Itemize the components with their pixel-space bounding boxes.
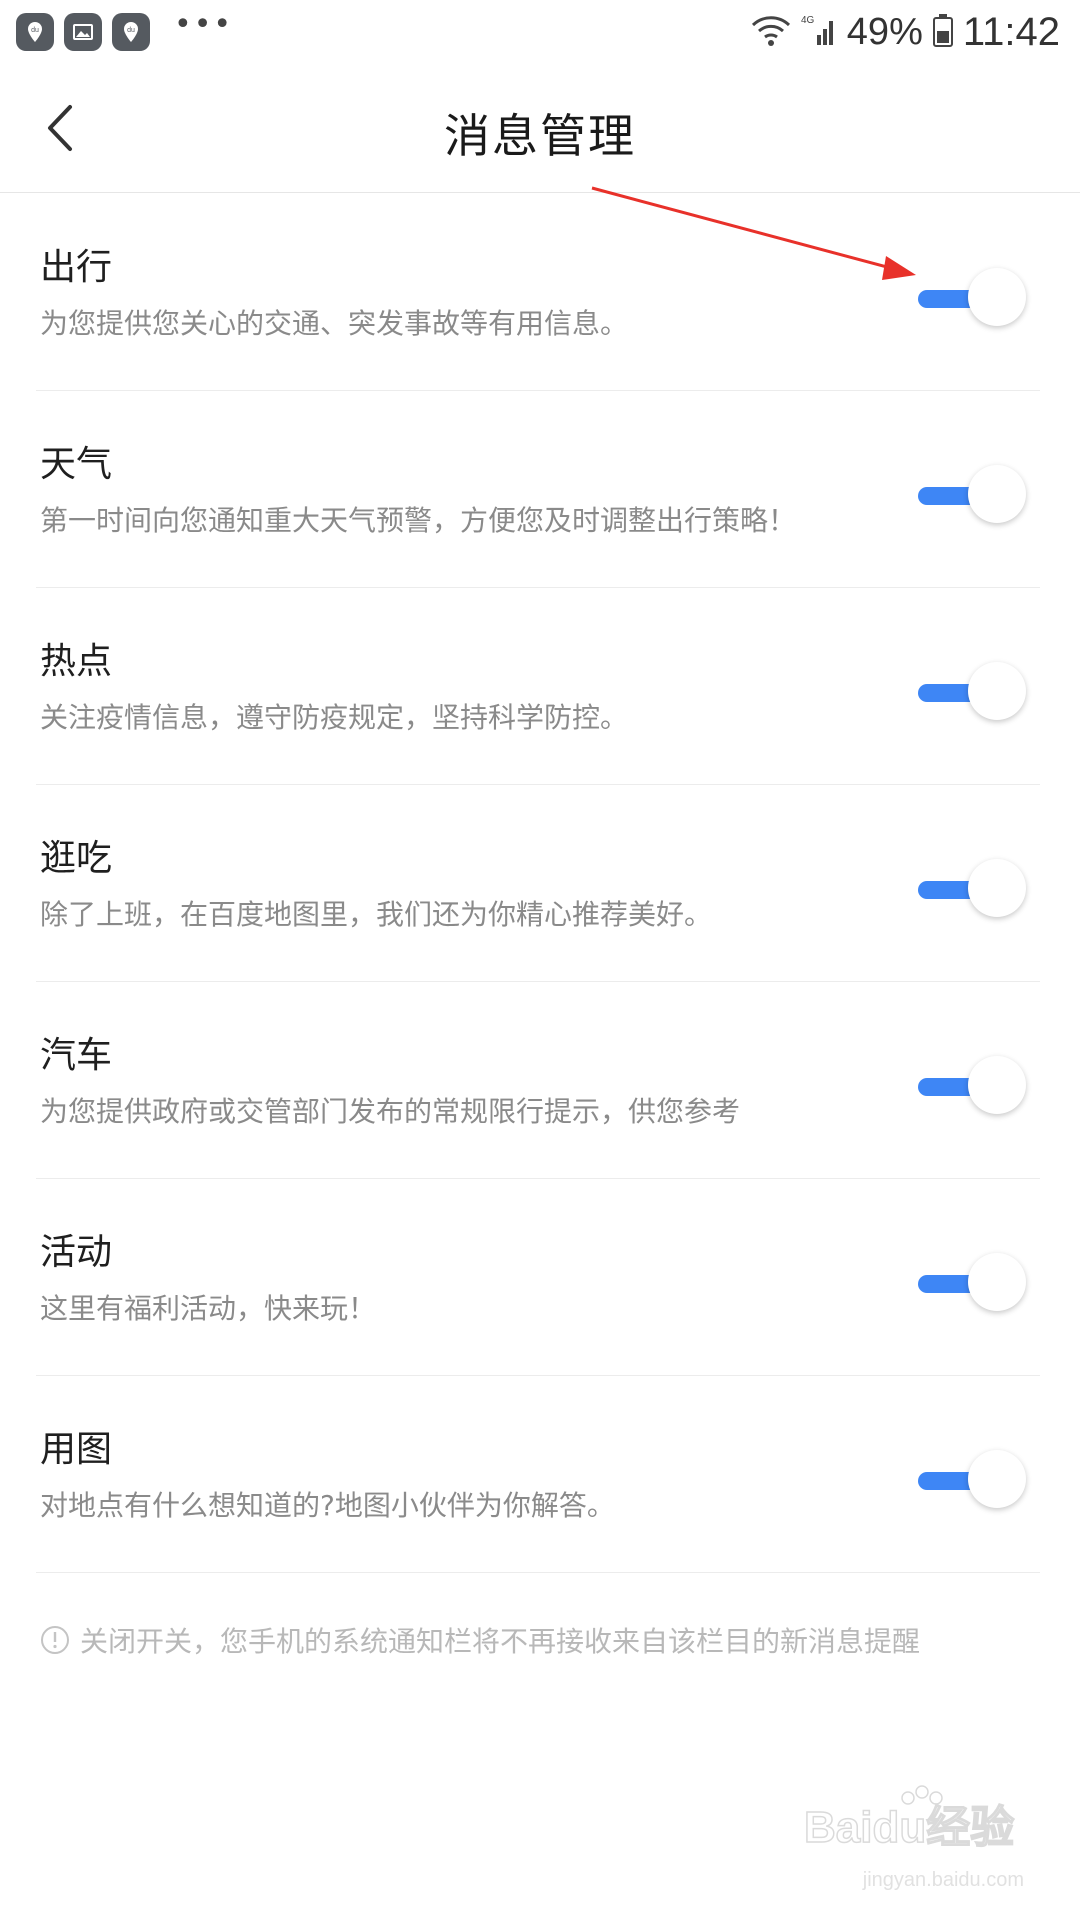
baidu-map-icon: du — [112, 13, 150, 51]
status-indicators: 4G 49% 11:42 — [751, 8, 1060, 56]
status-bar: du du ••• 4G 49% 11:42 — [0, 0, 1080, 64]
setting-row-map-usage: 用图 对地点有什么想知道的?地图小伙伴为你解答。 — [0, 1376, 1080, 1573]
setting-title: 用图 — [40, 1429, 113, 1470]
setting-row-weather: 天气 第一时间向您通知重大天气预警，方便您及时调整出行策略！ — [0, 391, 1080, 588]
toggle-switch-map-usage[interactable] — [918, 1450, 1028, 1510]
baidu-map-icon: du — [16, 13, 54, 51]
svg-text:du: du — [127, 27, 135, 34]
more-notifications-icon: ••• — [174, 7, 234, 42]
gallery-icon — [64, 13, 102, 51]
network-type-label: 4G — [801, 15, 815, 26]
setting-description: 关注疫情信息，遵守防疫规定，坚持科学防控。 — [40, 701, 629, 734]
toggle-switch-car[interactable] — [918, 1056, 1028, 1116]
setting-title: 逛吃 — [40, 838, 113, 879]
watermark-url: jingyan.baidu.com — [862, 1869, 1024, 1891]
setting-row-food: 逛吃 除了上班，在百度地图里，我们还为你精心推荐美好。 — [0, 785, 1080, 982]
toggle-switch-travel[interactable] — [918, 268, 1028, 328]
setting-description: 这里有福利活动，快来玩！ — [40, 1292, 377, 1325]
setting-description: 对地点有什么想知道的?地图小伙伴为你解答。 — [40, 1489, 615, 1522]
signal-icon: 4G — [801, 13, 837, 51]
setting-title: 活动 — [40, 1232, 113, 1273]
setting-title: 热点 — [40, 641, 113, 682]
notification-settings-list: 出行 为您提供您关心的交通、突发事故等有用信息。 天气 第一时间向您通知重大天气… — [0, 194, 1080, 1573]
setting-description: 为您提供您关心的交通、突发事故等有用信息。 — [40, 307, 629, 340]
toggle-switch-food[interactable] — [918, 859, 1028, 919]
toggle-hint: 关闭开关，您手机的系统通知栏将不再接收来自该栏目的新消息提醒 — [40, 1620, 920, 1660]
toggle-knob — [968, 859, 1026, 917]
wifi-icon — [751, 13, 791, 51]
setting-row-travel: 出行 为您提供您关心的交通、突发事故等有用信息。 — [0, 194, 1080, 391]
setting-description: 除了上班，在百度地图里，我们还为你精心推荐美好。 — [40, 898, 713, 931]
hint-text: 关闭开关，您手机的系统通知栏将不再接收来自该栏目的新消息提醒 — [80, 1625, 921, 1658]
setting-description: 第一时间向您通知重大天气预警，方便您及时调整出行策略！ — [40, 504, 797, 537]
page-title: 消息管理 — [444, 109, 636, 163]
setting-row-hotspot: 热点 关注疫情信息，遵守防疫规定，坚持科学防控。 — [0, 588, 1080, 785]
app-header: 消息管理 — [0, 64, 1080, 193]
setting-description: 为您提供政府或交管部门发布的常规限行提示，供您参考 — [40, 1095, 741, 1128]
toggle-knob — [968, 1450, 1026, 1508]
toggle-knob — [968, 1253, 1026, 1311]
battery-icon — [932, 13, 953, 51]
setting-row-activity: 活动 这里有福利活动，快来玩！ — [0, 1179, 1080, 1376]
toggle-switch-hotspot[interactable] — [918, 662, 1028, 722]
toggle-switch-activity[interactable] — [918, 1253, 1028, 1313]
battery-percentage: 49% — [846, 10, 923, 53]
baidu-paw-logo: Baidu经验 — [803, 1785, 1015, 1853]
info-icon — [41, 1626, 69, 1654]
clock: 11:42 — [962, 9, 1060, 54]
toggle-knob — [968, 1056, 1026, 1114]
setting-title: 天气 — [40, 444, 113, 485]
watermark-brand: Baidu经验 — [804, 1803, 1014, 1852]
notification-icons: du du ••• — [16, 7, 234, 52]
setting-title: 出行 — [40, 247, 113, 288]
setting-title: 汽车 — [40, 1035, 113, 1076]
setting-row-car: 汽车 为您提供政府或交管部门发布的常规限行提示，供您参考 — [0, 982, 1080, 1179]
toggle-switch-weather[interactable] — [918, 465, 1028, 525]
toggle-knob — [968, 268, 1026, 326]
svg-text:du: du — [31, 27, 39, 34]
toggle-knob — [968, 465, 1026, 523]
baidu-jingyan-watermark: Baidu经验 jingyan.baidu.com — [803, 1782, 1024, 1892]
toggle-knob — [968, 662, 1026, 720]
